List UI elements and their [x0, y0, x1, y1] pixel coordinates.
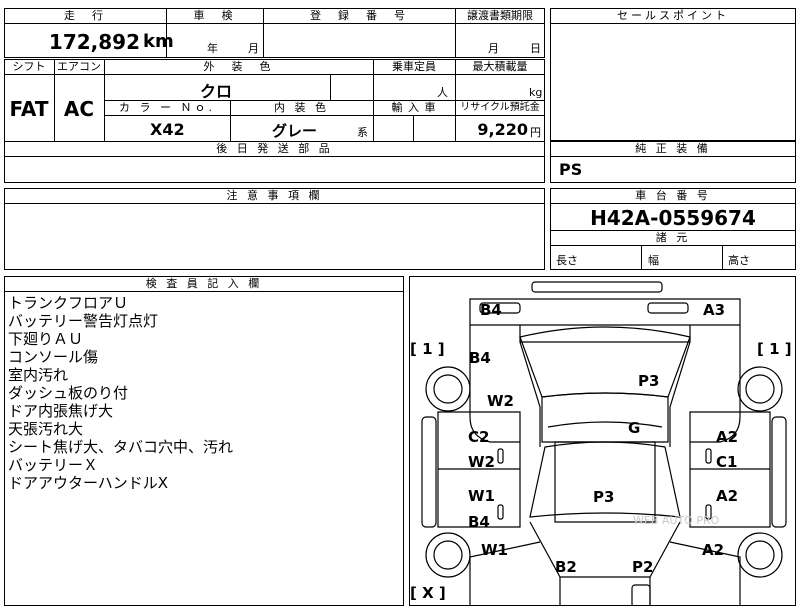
inspection-header: 車 検 — [193, 9, 236, 22]
height-label: 高さ — [728, 254, 750, 267]
damage-code-a2-right-mid: A2 — [716, 487, 739, 505]
inspector-note: 天張汚れ大 — [8, 420, 84, 438]
damage-bracket-left-lower: [ X ] — [410, 584, 446, 602]
damage-code-p2: P2 — [632, 558, 654, 576]
inspector-note: バッテリー警告灯点灯 — [8, 312, 159, 330]
damage-code-g: G — [628, 419, 641, 437]
interior-color-suffix: 系 — [357, 126, 368, 139]
shift-value: FAT — [9, 97, 49, 121]
max-load-unit: kg — [529, 86, 543, 99]
exterior-color-value: クロ — [200, 82, 233, 101]
recycle-value: 9,220 — [477, 120, 528, 139]
inspector-note: 下廻りＡＵ — [8, 330, 84, 348]
recycle-unit: 円 — [530, 126, 541, 139]
damage-code-a2-right-lower: A2 — [702, 541, 725, 559]
inspector-note: ダッシュ板のり付 — [8, 384, 129, 402]
mileage-value: 172,892 — [48, 30, 140, 54]
car-damage-diagram: B4 A3 [ 1 ] [ 1 ] B4 W2 P3 G C2 W2 A2 C1… — [409, 276, 796, 606]
damage-code-p3-center: P3 — [593, 488, 615, 506]
mileage-unit: km — [143, 31, 174, 52]
transfer-deadline-header: 譲渡書類期限 — [467, 9, 533, 22]
color-number-value: X42 — [150, 120, 185, 139]
registration-header: 登 録 番 号 — [310, 9, 408, 22]
damage-code-b2: B2 — [555, 558, 577, 576]
inspector-note: 室内汚れ — [8, 366, 69, 384]
inspector-note: シート焦げ大、タバコ穴中、汚れ — [8, 438, 234, 456]
damage-code-w2-left-upper: W2 — [487, 392, 514, 410]
genuine-equipment-value: PS — [559, 160, 583, 179]
notes-header: 注 意 事 項 欄 — [226, 189, 323, 202]
inspector-notes-list: トランクフロアＵ バッテリー警告灯点灯 下廻りＡＵ コンソール傷 室内汚れ ダッ… — [8, 294, 400, 492]
damage-code-p3-upper: P3 — [638, 372, 660, 390]
dimensions-header: 諸 元 — [655, 231, 691, 244]
inspection-month-unit: 月 — [248, 42, 259, 55]
sales-point-section — [550, 8, 796, 141]
sales-point-header: セールスポイント — [617, 9, 729, 22]
chassis-number-value: H42A-0559674 — [590, 206, 756, 230]
chassis-header: 車 台 番 号 — [635, 189, 711, 202]
capacity-unit: 人 — [437, 86, 448, 99]
damage-code-b4-left: B4 — [469, 349, 491, 367]
exterior-color-header: 外 装 色 — [203, 60, 274, 73]
damage-bracket-left-upper: [ 1 ] — [410, 340, 445, 358]
recycle-header: リサイクル預託金 — [460, 102, 540, 113]
shift-header: シフト — [12, 60, 46, 73]
max-load-header: 最大積載量 — [472, 60, 528, 73]
inspector-note: コンソール傷 — [8, 348, 99, 366]
damage-code-a3-top: A3 — [703, 301, 726, 319]
genuine-equipment-header: 純 正 装 備 — [635, 142, 711, 155]
color-number-header: カ ラ ー Ｎｏ. — [119, 101, 215, 114]
damage-code-w1-left: W1 — [468, 487, 495, 505]
mileage-header: 走 行 — [64, 9, 106, 22]
damage-code-w2-left-mid: W2 — [468, 453, 495, 471]
transfer-month-unit: 月 — [488, 42, 499, 55]
inspector-note: ドアアウターハンドルX — [8, 474, 168, 492]
aircon-header: エアコン — [57, 60, 101, 73]
aircon-value: AC — [63, 97, 95, 121]
interior-color-header: 内 装 色 — [274, 101, 329, 114]
damage-bracket-right-upper: [ 1 ] — [757, 340, 792, 358]
transfer-day-unit: 日 — [530, 42, 541, 55]
inspection-year-unit: 年 — [207, 42, 218, 55]
damage-code-c2: C2 — [468, 428, 490, 446]
damage-code-b4-left-lower: B4 — [468, 513, 490, 531]
width-label: 幅 — [648, 254, 659, 267]
inspector-note: ドア内張焦げ大 — [8, 402, 114, 420]
later-parts-header: 後 日 発 送 部 品 — [216, 142, 333, 155]
length-label: 長さ — [556, 254, 578, 267]
interior-color-value: グレー — [272, 122, 318, 140]
damage-code-c1: C1 — [716, 453, 738, 471]
damage-code-a2-right-upper: A2 — [716, 428, 739, 446]
watermark: WEB AUTO PRO — [633, 514, 720, 527]
inspector-note: バッテリーＸ — [8, 456, 99, 474]
inspector-note: トランクフロアＵ — [8, 294, 129, 312]
capacity-header: 乗車定員 — [392, 60, 436, 73]
inspector-notes-header: 検 査 員 記 入 欄 — [145, 277, 263, 290]
damage-code-b4-top: B4 — [480, 301, 502, 319]
import-header: 輸 入 車 — [391, 101, 437, 114]
damage-code-w1-left-lower: W1 — [481, 541, 508, 559]
